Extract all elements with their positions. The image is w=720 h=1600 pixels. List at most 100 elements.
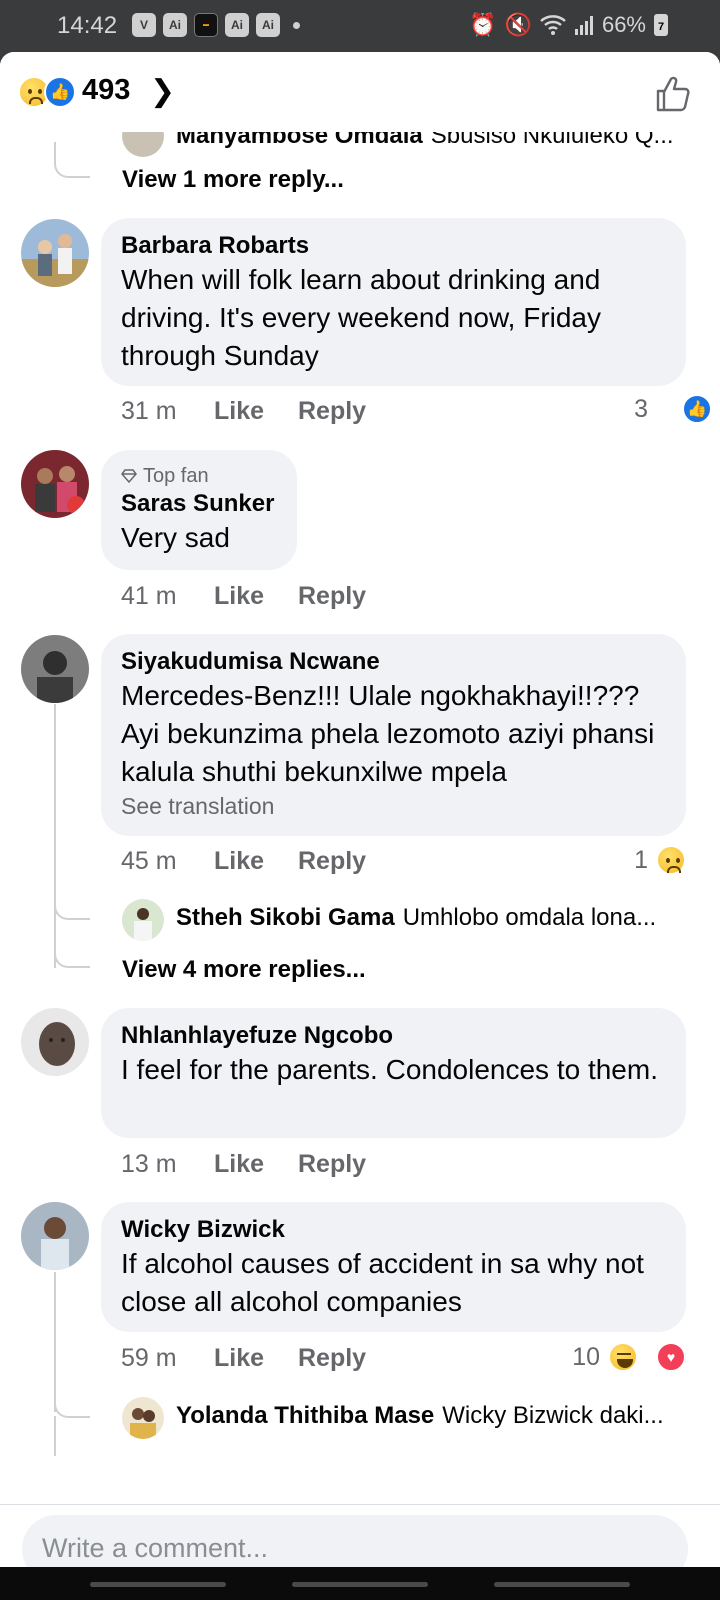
reply-author[interactable]: Yolanda Thithiba Mase — [176, 1402, 434, 1430]
top-fan-label: Top fan — [143, 465, 209, 487]
battery-badge: 7 — [658, 21, 665, 33]
reaction-summary-bar[interactable]: 👍 493 ❯ — [0, 52, 720, 132]
comment-bubble[interactable]: Nhlanhlayefuze Ngcobo I feel for the par… — [101, 1008, 686, 1138]
reply-button[interactable]: Reply — [298, 1344, 366, 1373]
comment-time: 45 m — [121, 847, 177, 875]
thread-connector — [54, 142, 90, 178]
comments-sheet: 👍 493 ❯ Manyambose Omdala Sbusiso Nkulul… — [0, 52, 720, 1567]
comment-actions: 13 m Like Reply — [121, 1150, 366, 1179]
avatar[interactable] — [21, 1202, 89, 1270]
app-notification-icon: V — [132, 13, 156, 37]
comment-bubble[interactable]: Wicky Bizwick If alcohol causes of accid… — [101, 1202, 686, 1332]
thread-connector — [54, 894, 90, 920]
reply-preview[interactable]: Yolanda Thithiba Mase Wicky Bizwick daki… — [176, 1402, 664, 1430]
comment-bubble[interactable]: Siyakudumisa Ncwane Mercedes-Benz!!! Ula… — [101, 634, 686, 836]
reply-author[interactable]: Stheh Sikobi Gama — [176, 904, 395, 932]
status-time: 14:42 — [57, 12, 118, 39]
love-reaction-icon: ♥ — [656, 1342, 686, 1372]
like-button[interactable]: Like — [214, 582, 298, 611]
status-indicators: ⏰ 🔇 66% 7 — [469, 12, 668, 38]
avatar-image — [21, 635, 89, 703]
avatar[interactable] — [21, 450, 89, 518]
comment-author[interactable]: Siyakudumisa Ncwane — [121, 647, 666, 677]
alarm-icon: ⏰ — [469, 12, 497, 37]
comment-author[interactable]: Saras Sunker — [121, 489, 277, 519]
top-fan-badge: Top fan — [121, 463, 277, 489]
avatar[interactable] — [122, 1397, 164, 1439]
chevron-right-icon[interactable]: ❯ — [150, 74, 175, 109]
haha-reaction-icon — [608, 1342, 638, 1372]
like-reaction-icon: 👍 — [682, 394, 712, 424]
reaction-icons: 👍 — [18, 76, 78, 110]
avatar-image — [21, 1202, 89, 1270]
comment-actions: 31 m Like Reply — [121, 397, 366, 426]
reply-button[interactable]: Reply — [298, 397, 366, 426]
thread-line — [54, 1272, 56, 1412]
avatar[interactable] — [21, 635, 89, 703]
avatar-image — [21, 1008, 89, 1076]
reaction-count: 10 — [572, 1342, 600, 1371]
comment-composer: Write a comment... — [0, 1504, 720, 1567]
reply-button[interactable]: Reply — [298, 582, 366, 611]
comment-text: Mercedes-Benz!!! Ulale ngokhakhayi!!??? … — [121, 680, 655, 787]
like-button[interactable]: Like — [214, 847, 298, 876]
avatar-image — [122, 899, 164, 941]
thread-line — [54, 1416, 56, 1456]
ai-notification-icon: Ai — [256, 13, 280, 37]
reaction-count[interactable]: 493 — [82, 74, 130, 107]
like-reaction-icon: 👍 — [44, 76, 76, 108]
reaction-count: 3 — [634, 394, 648, 423]
comment-author[interactable]: Nhlanhlayefuze Ngcobo — [121, 1021, 666, 1051]
comment-reactions[interactable]: 1 — [634, 845, 686, 875]
recent-apps-button[interactable] — [90, 1582, 226, 1587]
view-more-replies-link[interactable]: View 4 more replies... — [122, 956, 366, 984]
comment-bubble[interactable]: Top fan Saras Sunker Very sad — [101, 450, 297, 570]
avatar-image — [21, 219, 89, 287]
comment-text: If alcohol causes of accident in sa why … — [121, 1248, 644, 1317]
comment-actions: 41 m Like Reply — [121, 582, 366, 611]
see-translation-link[interactable]: See translation — [121, 791, 666, 821]
comment-text: When will folk learn about drinking and … — [121, 264, 602, 371]
video-notification-icon: ▬ — [194, 13, 218, 37]
comment-bubble[interactable]: Barbara Robarts When will folk learn abo… — [101, 218, 686, 386]
back-button[interactable] — [494, 1582, 630, 1587]
comment-text: I feel for the parents. Condolences to t… — [121, 1054, 658, 1085]
avatar[interactable] — [21, 1008, 89, 1076]
like-button[interactable]: Like — [214, 1150, 298, 1179]
reaction-count: 1 — [634, 845, 648, 874]
comment-author[interactable]: Barbara Robarts — [121, 231, 666, 261]
comment-author[interactable]: Wicky Bizwick — [121, 1215, 666, 1245]
comment-actions: 45 m Like Reply — [121, 847, 366, 876]
avatar[interactable] — [122, 899, 164, 941]
avatar[interactable] — [21, 219, 89, 287]
comment-time: 41 m — [121, 582, 177, 610]
view-more-replies-link[interactable]: View 1 more reply... — [122, 166, 344, 194]
like-thumb-icon[interactable] — [652, 74, 692, 114]
comment-time: 13 m — [121, 1150, 177, 1178]
signal-icon — [574, 16, 593, 35]
mute-icon: 🔇 — [504, 12, 532, 37]
battery-icon: 7 — [654, 14, 668, 36]
comment-text: Very sad — [121, 522, 230, 553]
reply-snippet: Wicky Bizwick daki... — [442, 1402, 664, 1429]
home-button[interactable] — [292, 1582, 428, 1587]
reply-button[interactable]: Reply — [298, 1150, 366, 1179]
like-button[interactable]: Like — [214, 1344, 298, 1373]
notification-icons: V Ai ▬ Ai Ai — [132, 13, 300, 37]
comment-reactions[interactable]: 3 👍 — [634, 394, 712, 424]
comment-input[interactable]: Write a comment... — [22, 1515, 688, 1567]
comment-time: 59 m — [121, 1344, 177, 1372]
like-button[interactable]: Like — [214, 397, 298, 426]
more-notifications-dot-icon — [293, 21, 300, 29]
battery-percent: 66% — [601, 12, 646, 37]
wifi-icon — [540, 15, 566, 35]
avatar-image — [21, 450, 89, 518]
comment-reactions[interactable]: 10 👍 ♥ — [572, 1342, 688, 1372]
reply-preview[interactable]: Stheh Sikobi Gama Umhlobo omdala lona... — [176, 904, 656, 932]
diamond-icon — [121, 469, 137, 483]
comment-actions: 59 m Like Reply — [121, 1344, 366, 1373]
reply-snippet: Umhlobo omdala lona... — [402, 904, 657, 931]
thread-connector — [54, 1392, 90, 1418]
thread-line — [54, 704, 56, 918]
reply-button[interactable]: Reply — [298, 847, 366, 876]
